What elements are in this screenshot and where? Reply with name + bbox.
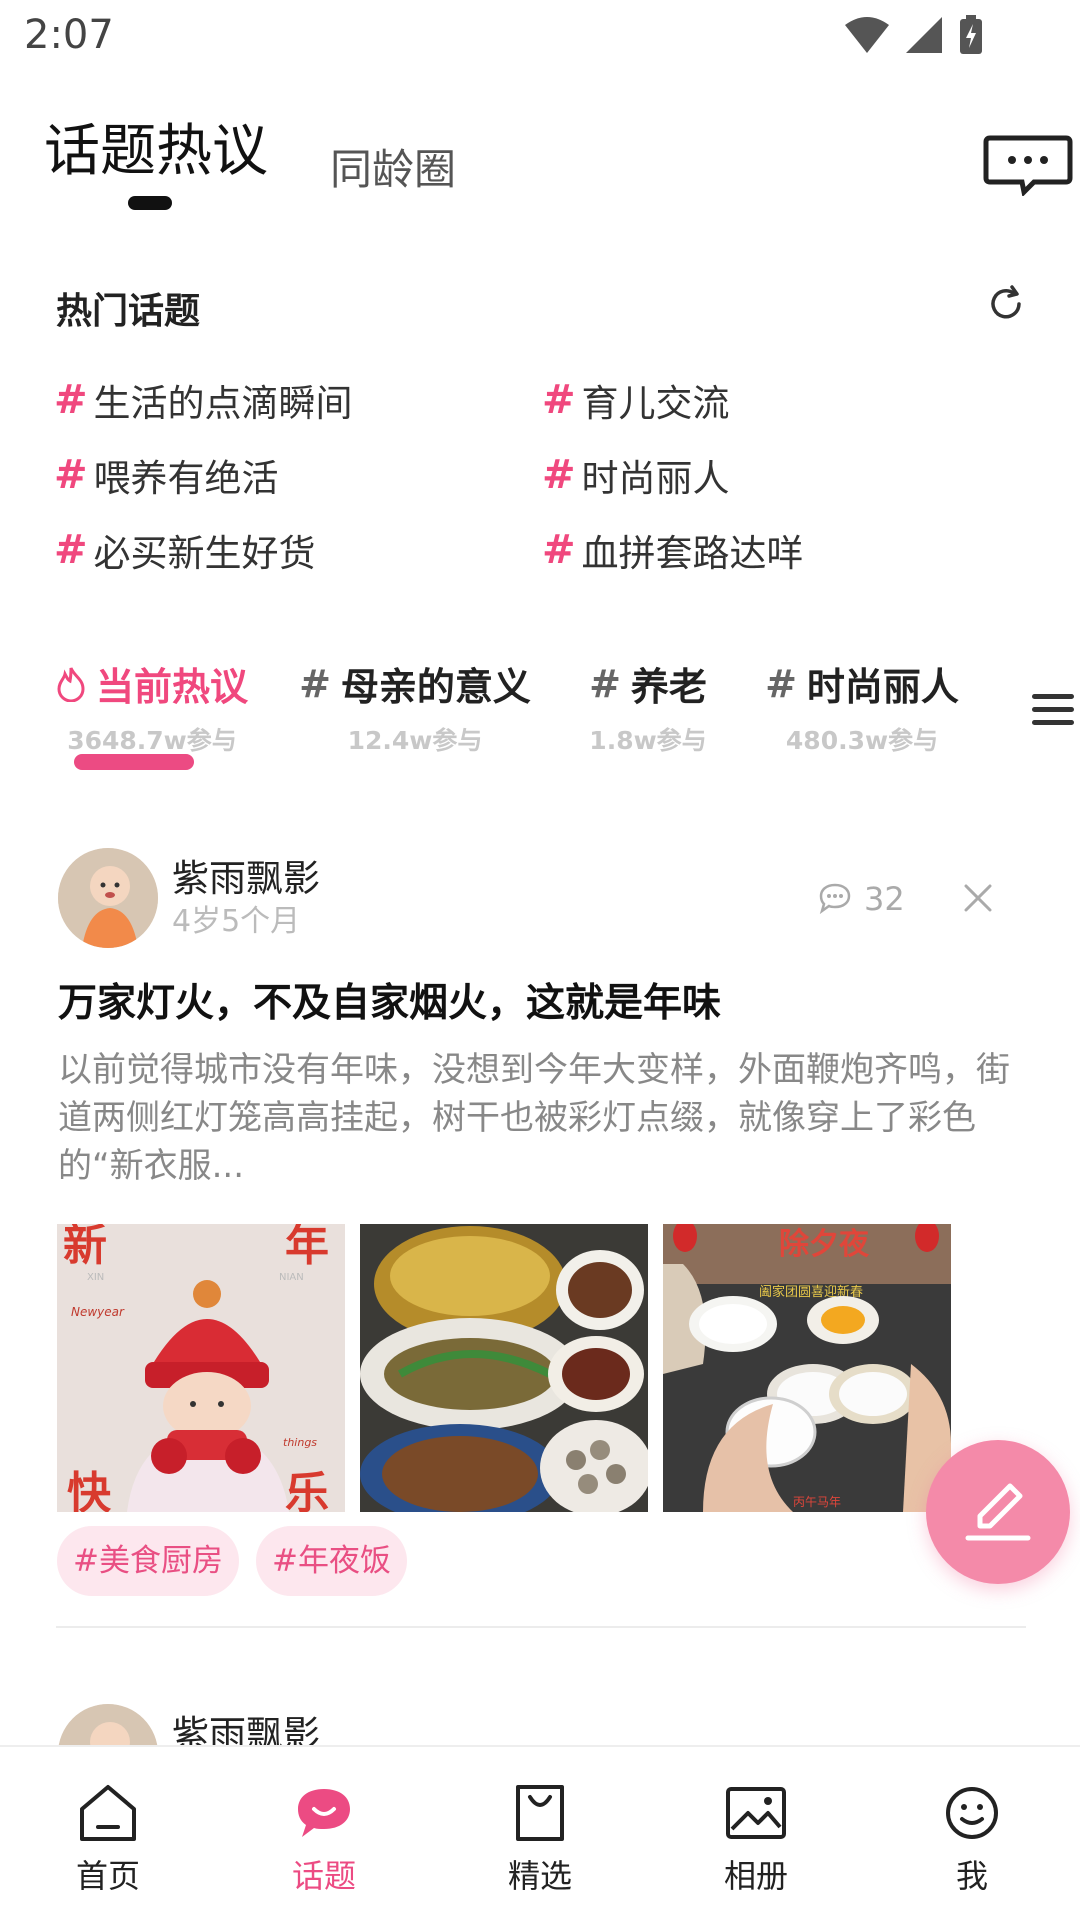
hot-topics-title: 热门话题 xyxy=(56,291,201,332)
signal-icon xyxy=(906,17,942,53)
svg-text:XIN: XIN xyxy=(87,1272,104,1283)
topic-item[interactable]: # 必买新生好货 xyxy=(54,523,316,577)
comment-count: 32 xyxy=(864,880,905,918)
topic-item[interactable]: # 血拼套路达咩 xyxy=(542,523,804,577)
hash-icon: # xyxy=(542,452,576,498)
flame-icon xyxy=(57,666,85,702)
svg-text:Newyear: Newyear xyxy=(71,1305,125,1319)
compose-button[interactable] xyxy=(926,1440,1070,1584)
status-icons xyxy=(844,14,984,56)
hash-icon: # xyxy=(54,452,88,498)
nav-album[interactable]: 相册 xyxy=(696,1783,816,1897)
post-image[interactable]: 除夕夜 阖家团圆喜迎新春 丙午马年 xyxy=(663,1224,951,1512)
refresh-icon[interactable] xyxy=(986,284,1026,324)
post-author[interactable]: 紫雨飘影 xyxy=(172,848,320,902)
topic-item[interactable]: # 喂养有绝活 xyxy=(54,448,279,502)
hash-icon: # xyxy=(54,377,88,423)
svg-text:乐: 乐 xyxy=(285,1468,329,1512)
hash-icon: # xyxy=(542,377,576,423)
svg-text:丙午马年: 丙午马年 xyxy=(793,1495,841,1509)
svg-text:年: 年 xyxy=(285,1224,329,1271)
tab-same-age-circle[interactable]: 同龄圈 xyxy=(330,136,456,197)
post-title[interactable]: 万家灯火，不及自家烟火，这就是年味 xyxy=(58,972,721,1028)
svg-text:除夕夜: 除夕夜 xyxy=(779,1227,870,1262)
post-image[interactable]: 新 年 XIN NIAN Newyear things 快 乐 xyxy=(57,1224,345,1512)
edit-icon xyxy=(965,1483,1031,1541)
hash-icon: # xyxy=(542,527,576,573)
topic-item[interactable]: # 时尚丽人 xyxy=(542,448,730,502)
svg-text:新: 新 xyxy=(63,1224,107,1271)
home-icon xyxy=(80,1785,136,1841)
status-time: 2:07 xyxy=(24,12,114,58)
message-icon[interactable] xyxy=(982,132,1076,196)
comment-icon[interactable] xyxy=(818,882,852,914)
nav-featured[interactable]: 精选 xyxy=(480,1783,600,1897)
close-icon[interactable] xyxy=(964,884,992,912)
post-child-age: 4岁5个月 xyxy=(172,904,301,939)
tab-active-indicator xyxy=(128,196,172,210)
bottom-nav: 首页 话题 精选 相册 我 xyxy=(0,1745,1080,1922)
post-image[interactable] xyxy=(360,1224,648,1512)
topic-icon xyxy=(298,1789,350,1837)
trend-tab[interactable]: # 时尚丽人 480.3w参与 xyxy=(752,656,972,757)
nav-home[interactable]: 首页 xyxy=(48,1783,168,1897)
trend-tab[interactable]: # 养老 1.8w参与 xyxy=(578,656,718,757)
album-icon xyxy=(726,1787,786,1839)
trend-tab[interactable]: # 母亲的意义 12.4w参与 xyxy=(290,656,540,757)
tab-topic-discussion[interactable]: 话题热议 xyxy=(44,106,268,187)
post-divider xyxy=(56,1626,1026,1628)
topic-item[interactable]: # 育儿交流 xyxy=(542,373,730,427)
hash-icon: # xyxy=(54,527,88,573)
wifi-icon xyxy=(845,17,889,53)
battery-icon xyxy=(960,15,982,54)
profile-icon xyxy=(946,1787,998,1839)
nav-topics[interactable]: 话题 xyxy=(264,1783,384,1897)
tag-chip[interactable]: #美食厨房 xyxy=(57,1526,239,1596)
svg-text:快: 快 xyxy=(67,1468,112,1512)
svg-text:NIAN: NIAN xyxy=(279,1272,304,1283)
avatar[interactable] xyxy=(58,848,158,948)
topic-item[interactable]: # 生活的点滴瞬间 xyxy=(54,373,353,427)
trend-active-indicator xyxy=(74,754,194,770)
bag-icon xyxy=(516,1785,564,1841)
tag-chip[interactable]: #年夜饭 xyxy=(256,1526,407,1596)
svg-text:things: things xyxy=(283,1436,317,1449)
nav-me[interactable]: 我 xyxy=(912,1783,1032,1897)
menu-icon[interactable] xyxy=(1030,690,1076,730)
trend-tab-current[interactable]: 当前热议 3648.7w参与 xyxy=(34,656,270,757)
post-body[interactable]: 以前觉得城市没有年味，没想到今年大变样，外面鞭炮齐鸣，街道两侧红灯笼高高挂起，树… xyxy=(58,1046,1018,1190)
